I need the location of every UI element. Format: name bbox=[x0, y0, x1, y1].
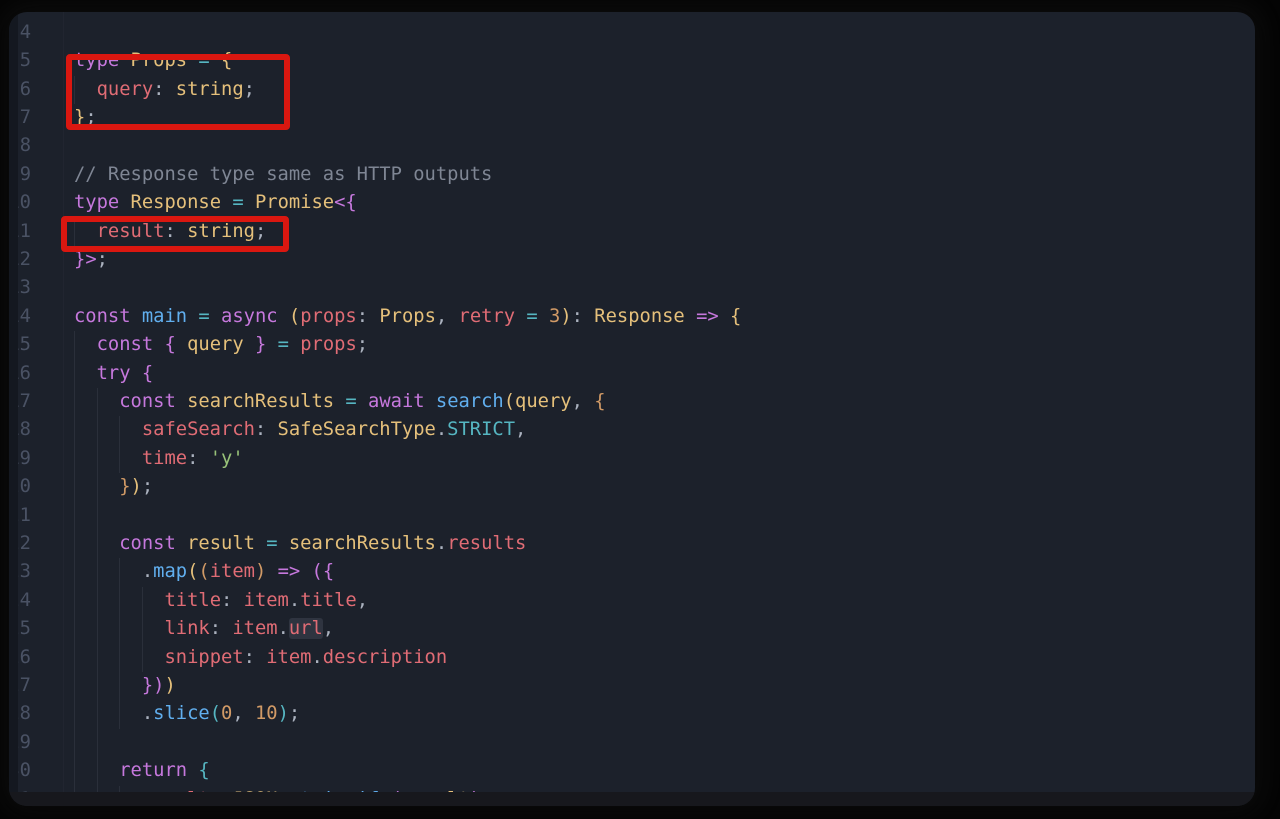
code-line-24[interactable]: 24 title: item.title, bbox=[9, 587, 1255, 615]
code-line-text: return { bbox=[74, 757, 210, 785]
code-line-19[interactable]: 19 time: 'y' bbox=[9, 445, 1255, 473]
code-line-text: .map((item) => ({ bbox=[74, 558, 334, 586]
line-number[interactable]: 12 bbox=[18, 246, 31, 274]
code-line-11[interactable]: 11 result: string; bbox=[9, 218, 1255, 246]
code-line-text: const { query } = props; bbox=[74, 331, 368, 359]
code-line-text: }); bbox=[74, 473, 153, 501]
code-line-16[interactable]: 16 try { bbox=[9, 360, 1255, 388]
code-line-text: type Response = Promise<{ bbox=[74, 189, 357, 217]
line-number[interactable]: 15 bbox=[18, 331, 31, 359]
code-line-27[interactable]: 27 })) bbox=[9, 672, 1255, 700]
line-number[interactable]: 11 bbox=[18, 218, 31, 246]
line-number[interactable]: 5 bbox=[18, 47, 31, 75]
code-line-text: title: item.title, bbox=[74, 587, 368, 615]
line-number[interactable]: 22 bbox=[18, 530, 31, 558]
line-number[interactable]: 6 bbox=[18, 76, 31, 104]
code-line-18[interactable]: 18 safeSearch: SafeSearchType.STRICT, bbox=[9, 416, 1255, 444]
code-line-text: result: string; bbox=[74, 218, 266, 246]
line-number[interactable]: 4 bbox=[18, 19, 31, 47]
code-line-text: }>; bbox=[74, 246, 108, 274]
code-line-text: link: item.url, bbox=[74, 615, 334, 643]
line-number[interactable]: 10 bbox=[18, 189, 31, 217]
line-number[interactable]: 30 bbox=[18, 757, 31, 785]
code-line-28[interactable]: 28 .slice(0, 10); bbox=[9, 700, 1255, 728]
code-line-26[interactable]: 26 snippet: item.description bbox=[9, 644, 1255, 672]
code-line-13[interactable]: 13 bbox=[9, 274, 1255, 302]
code-line-4[interactable]: 4 bbox=[9, 19, 1255, 47]
code-line-text: snippet: item.description bbox=[74, 644, 447, 672]
code-line-29[interactable]: 29 bbox=[9, 729, 1255, 757]
indent-guide bbox=[97, 502, 98, 530]
code-line-12[interactable]: 12 }>; bbox=[9, 246, 1255, 274]
code-line-8[interactable]: 8 bbox=[9, 132, 1255, 160]
line-number[interactable]: 20 bbox=[18, 473, 31, 501]
line-number[interactable]: 8 bbox=[18, 132, 31, 160]
code-line-7[interactable]: 7}; bbox=[9, 104, 1255, 132]
code-area: 45type Props = {6 query: string;7};89// … bbox=[9, 12, 1255, 806]
indent-guide bbox=[74, 729, 75, 757]
code-line-text: })) bbox=[74, 672, 176, 700]
indent-guide bbox=[74, 502, 75, 530]
code-line-text: }; bbox=[74, 104, 97, 132]
code-line-15[interactable]: 15 const { query } = props; bbox=[9, 331, 1255, 359]
code-line-21[interactable]: 21 bbox=[9, 502, 1255, 530]
line-number[interactable]: 29 bbox=[18, 729, 31, 757]
highlighted-word: url bbox=[289, 618, 323, 639]
code-line-text: const main = async (props: Props, retry … bbox=[74, 303, 741, 331]
line-number[interactable]: 17 bbox=[18, 388, 31, 416]
code-line-17[interactable]: 17 const searchResults = await search(qu… bbox=[9, 388, 1255, 416]
line-number[interactable]: 9 bbox=[18, 161, 31, 189]
code-line-14[interactable]: 14 const main = async (props: Props, retr… bbox=[9, 303, 1255, 331]
code-line-text: type Props = { bbox=[74, 47, 232, 75]
line-number[interactable]: 13 bbox=[18, 274, 31, 302]
code-line-5[interactable]: 5 type Props = { bbox=[9, 47, 1255, 75]
line-number[interactable]: 7 bbox=[18, 104, 31, 132]
code-line-text: safeSearch: SafeSearchType.STRICT, bbox=[74, 416, 526, 444]
editor-window: 45type Props = {6 query: string;7};89// … bbox=[9, 12, 1255, 806]
window-bottom-bar bbox=[9, 792, 1255, 806]
code-line-text: const searchResults = await search(query… bbox=[74, 388, 606, 416]
code-line-text: query: string; bbox=[74, 76, 255, 104]
line-number[interactable]: 28 bbox=[18, 700, 31, 728]
line-number[interactable]: 23 bbox=[18, 558, 31, 586]
line-number[interactable]: 21 bbox=[18, 502, 31, 530]
code-line-text: const result = searchResults.results bbox=[74, 530, 526, 558]
code-line-text: // Response type same as HTTP outputs bbox=[74, 161, 492, 189]
code-line-10[interactable]: 10 type Response = Promise<{ bbox=[9, 189, 1255, 217]
code-line-22[interactable]: 22 const result = searchResults.results bbox=[9, 530, 1255, 558]
indent-guide bbox=[97, 729, 98, 757]
line-number[interactable]: 25 bbox=[18, 615, 31, 643]
line-number[interactable]: 16 bbox=[18, 360, 31, 388]
line-number[interactable]: 14 bbox=[18, 303, 31, 331]
line-number[interactable]: 27 bbox=[18, 672, 31, 700]
line-number[interactable]: 19 bbox=[18, 445, 31, 473]
code-line-20[interactable]: 20 }); bbox=[9, 473, 1255, 501]
code-line-text: .slice(0, 10); bbox=[74, 700, 300, 728]
code-line-25[interactable]: 25 link: item.url, bbox=[9, 615, 1255, 643]
code-line-text: time: 'y' bbox=[74, 445, 244, 473]
line-number[interactable]: 18 bbox=[18, 416, 31, 444]
code-line-23[interactable]: 23 .map((item) => ({ bbox=[9, 558, 1255, 586]
code-line-text: try { bbox=[74, 360, 153, 388]
line-number[interactable]: 24 bbox=[18, 587, 31, 615]
code-line-9[interactable]: 9 // Response type same as HTTP outputs bbox=[9, 161, 1255, 189]
code-line-30[interactable]: 30 return { bbox=[9, 757, 1255, 785]
line-number[interactable]: 26 bbox=[18, 644, 31, 672]
code-line-6[interactable]: 6 query: string; bbox=[9, 76, 1255, 104]
